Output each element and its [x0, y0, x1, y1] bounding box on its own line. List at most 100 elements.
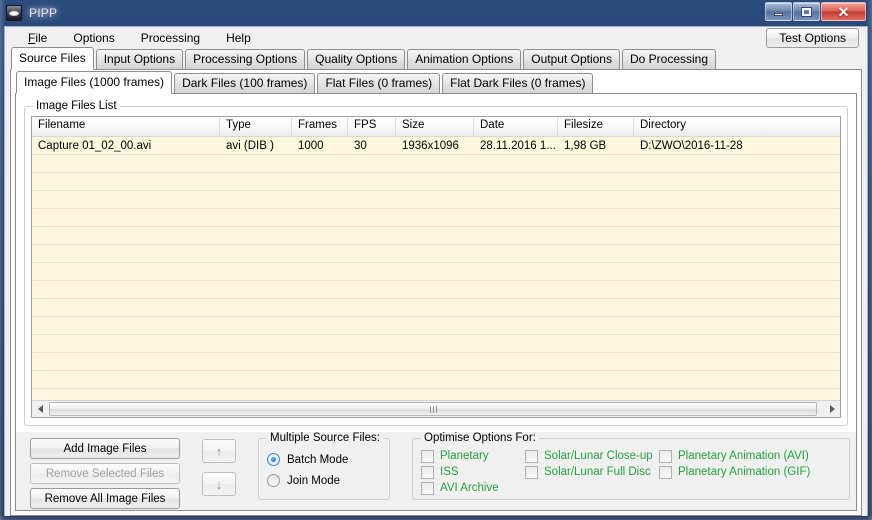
bottom-controls-bar: Add Image Files Remove Selected Files Re… — [16, 432, 856, 510]
tab-source-files[interactable]: Source Files — [11, 47, 94, 70]
move-down-button[interactable]: ↓ — [202, 472, 236, 496]
checkbox-planetary-animation-gif[interactable]: Planetary Animation (GIF) — [659, 464, 810, 480]
minimize-button[interactable] — [765, 2, 792, 21]
title-bar[interactable]: PIPP ✕ — [0, 0, 872, 26]
cell-size: 1936x1096 — [402, 140, 459, 152]
image-files-list-group: Image Files List Filename Type Frames FP… — [24, 100, 848, 426]
column-header-size[interactable]: Size — [396, 117, 474, 136]
pipp-application-window: PIPP ✕ File Options Processing Help Test… — [0, 0, 872, 520]
checkbox-solar-lunar-close-up-icon — [525, 449, 538, 463]
multiple-source-files-title: Multiple Source Files: — [267, 432, 383, 444]
menu-item-processing[interactable]: Processing — [128, 29, 213, 47]
checkbox-solar-lunar-full-disc-icon — [525, 465, 538, 479]
tab-do-processing[interactable]: Do Processing — [621, 49, 717, 69]
cell-directory: D:\ZWO\2016-11-28 — [640, 140, 743, 152]
app-eye-icon — [6, 5, 22, 21]
source-files-tab-strip: Image Files (1000 frames) Dark Files (10… — [11, 71, 861, 94]
image-files-panel: Image Files List Filename Type Frames FP… — [15, 93, 857, 511]
tab-quality-options[interactable]: Quality Options — [307, 49, 406, 69]
table-row[interactable]: Capture 01_02_00.avi avi (DIB ) 1000 30 … — [32, 137, 840, 155]
app-icon-ellipse — [9, 10, 19, 16]
optimise-column-2: Solar/Lunar Close-up Solar/Lunar Full Di… — [525, 448, 659, 499]
tab-processing-options[interactable]: Processing Options — [185, 49, 306, 69]
column-header-frames[interactable]: Frames — [292, 117, 348, 136]
close-icon: ✕ — [837, 3, 850, 20]
radio-batch-mode-icon — [267, 453, 280, 466]
checkbox-iss-label: ISS — [440, 466, 459, 478]
column-header-directory[interactable]: Directory — [634, 117, 834, 136]
tab-dark-files[interactable]: Dark Files (100 frames) — [174, 73, 316, 93]
optimise-column-3: Planetary Animation (AVI) Planetary Anim… — [659, 448, 810, 499]
radio-join-mode-icon — [267, 474, 280, 487]
checkbox-planetary-icon — [421, 449, 434, 463]
test-options-button[interactable]: Test Options — [766, 28, 859, 48]
checkbox-solar-lunar-close-up[interactable]: Solar/Lunar Close-up — [525, 448, 659, 464]
scrollbar-thumb[interactable] — [49, 402, 818, 416]
maximize-button[interactable] — [793, 2, 820, 21]
tab-flat-dark-files[interactable]: Flat Dark Files (0 frames) — [442, 73, 594, 93]
main-tab-strip: Source Files Input Options Processing Op… — [5, 47, 867, 70]
tab-input-options[interactable]: Input Options — [95, 49, 184, 69]
tab-image-files[interactable]: Image Files (1000 frames) — [16, 71, 173, 94]
checkbox-solar-lunar-full-disc[interactable]: Solar/Lunar Full Disc — [525, 464, 659, 480]
minimize-icon — [774, 13, 783, 16]
checkbox-planetary-animation-avi-label: Planetary Animation (AVI) — [678, 450, 809, 462]
checkbox-solar-lunar-close-up-label: Solar/Lunar Close-up — [544, 450, 653, 462]
column-header-filename[interactable]: Filename — [32, 117, 220, 136]
column-header-date[interactable]: Date — [474, 117, 558, 136]
list-body[interactable]: Capture 01_02_00.avi avi (DIB ) 1000 30 … — [32, 137, 840, 400]
checkbox-planetary[interactable]: Planetary — [421, 448, 525, 464]
optimise-options-title: Optimise Options For: — [421, 432, 539, 444]
maximize-icon — [801, 6, 812, 17]
client-area: File Options Processing Help Test Option… — [4, 26, 868, 516]
window-title: PIPP — [29, 6, 58, 20]
file-action-buttons: Add Image Files Remove Selected Files Re… — [30, 438, 180, 509]
source-files-panel: Image Files (1000 frames) Dark Files (10… — [10, 69, 862, 516]
checkbox-avi-archive-label: AVI Archive — [440, 482, 499, 494]
window-controls: ✕ — [765, 2, 866, 21]
cell-filename: Capture 01_02_00.avi — [38, 140, 152, 152]
optimise-column-1: Planetary ISS AVI Archive — [421, 448, 525, 499]
radio-join-mode[interactable]: Join Mode — [267, 470, 389, 491]
checkbox-planetary-animation-gif-icon — [659, 465, 672, 479]
cell-filesize: 1,98 GB — [564, 140, 607, 152]
close-button[interactable]: ✕ — [821, 2, 866, 21]
add-image-files-button[interactable]: Add Image Files — [30, 438, 180, 459]
column-header-type[interactable]: Type — [220, 117, 292, 136]
optimise-options-group: Optimise Options For: Planetary ISS AVI … — [412, 432, 850, 500]
menu-item-options[interactable]: Options — [60, 29, 127, 47]
checkbox-planetary-animation-gif-label: Planetary Animation (GIF) — [678, 466, 811, 478]
radio-batch-mode-label: Batch Mode — [287, 453, 349, 466]
image-files-list-title: Image Files List — [33, 100, 120, 112]
menu-bar: File Options Processing Help Test Option… — [5, 27, 867, 49]
remove-selected-files-button[interactable]: Remove Selected Files — [30, 463, 180, 484]
column-header-filesize[interactable]: Filesize — [558, 117, 634, 136]
tab-flat-files[interactable]: Flat Files (0 frames) — [317, 73, 441, 93]
checkbox-avi-archive[interactable]: AVI Archive — [421, 480, 525, 496]
checkbox-iss[interactable]: ISS — [421, 464, 525, 480]
radio-join-mode-label: Join Mode — [287, 474, 341, 487]
multiple-source-files-group: Multiple Source Files: Batch Mode Join M… — [258, 432, 390, 500]
tab-animation-options[interactable]: Animation Options — [407, 49, 522, 69]
checkbox-solar-lunar-full-disc-label: Solar/Lunar Full Disc — [544, 466, 651, 478]
column-header-fps[interactable]: FPS — [348, 117, 396, 136]
menu-item-file[interactable]: File — [15, 29, 60, 47]
cell-date: 28.11.2016 1... — [480, 140, 556, 152]
menu-item-help[interactable]: Help — [213, 29, 264, 47]
cell-fps: 30 — [354, 140, 367, 152]
list-horizontal-scrollbar[interactable] — [32, 400, 840, 417]
checkbox-planetary-animation-avi[interactable]: Planetary Animation (AVI) — [659, 448, 810, 464]
checkbox-planetary-label: Planetary — [440, 450, 489, 462]
remove-all-image-files-button[interactable]: Remove All Image Files — [30, 488, 180, 509]
scrollbar-track[interactable] — [48, 401, 824, 417]
scroll-right-arrow-icon[interactable] — [824, 401, 840, 417]
checkbox-planetary-animation-avi-icon — [659, 449, 672, 463]
tab-output-options[interactable]: Output Options — [523, 49, 620, 69]
move-up-button[interactable]: ↑ — [202, 439, 236, 463]
list-column-header-row: Filename Type Frames FPS Size Date Files… — [32, 117, 840, 137]
checkbox-avi-archive-icon — [421, 481, 434, 495]
scroll-left-arrow-icon[interactable] — [32, 401, 48, 417]
radio-batch-mode[interactable]: Batch Mode — [267, 449, 389, 470]
reorder-buttons: ↑ ↓ — [202, 438, 236, 496]
file-list-view[interactable]: Filename Type Frames FPS Size Date Files… — [31, 116, 841, 418]
